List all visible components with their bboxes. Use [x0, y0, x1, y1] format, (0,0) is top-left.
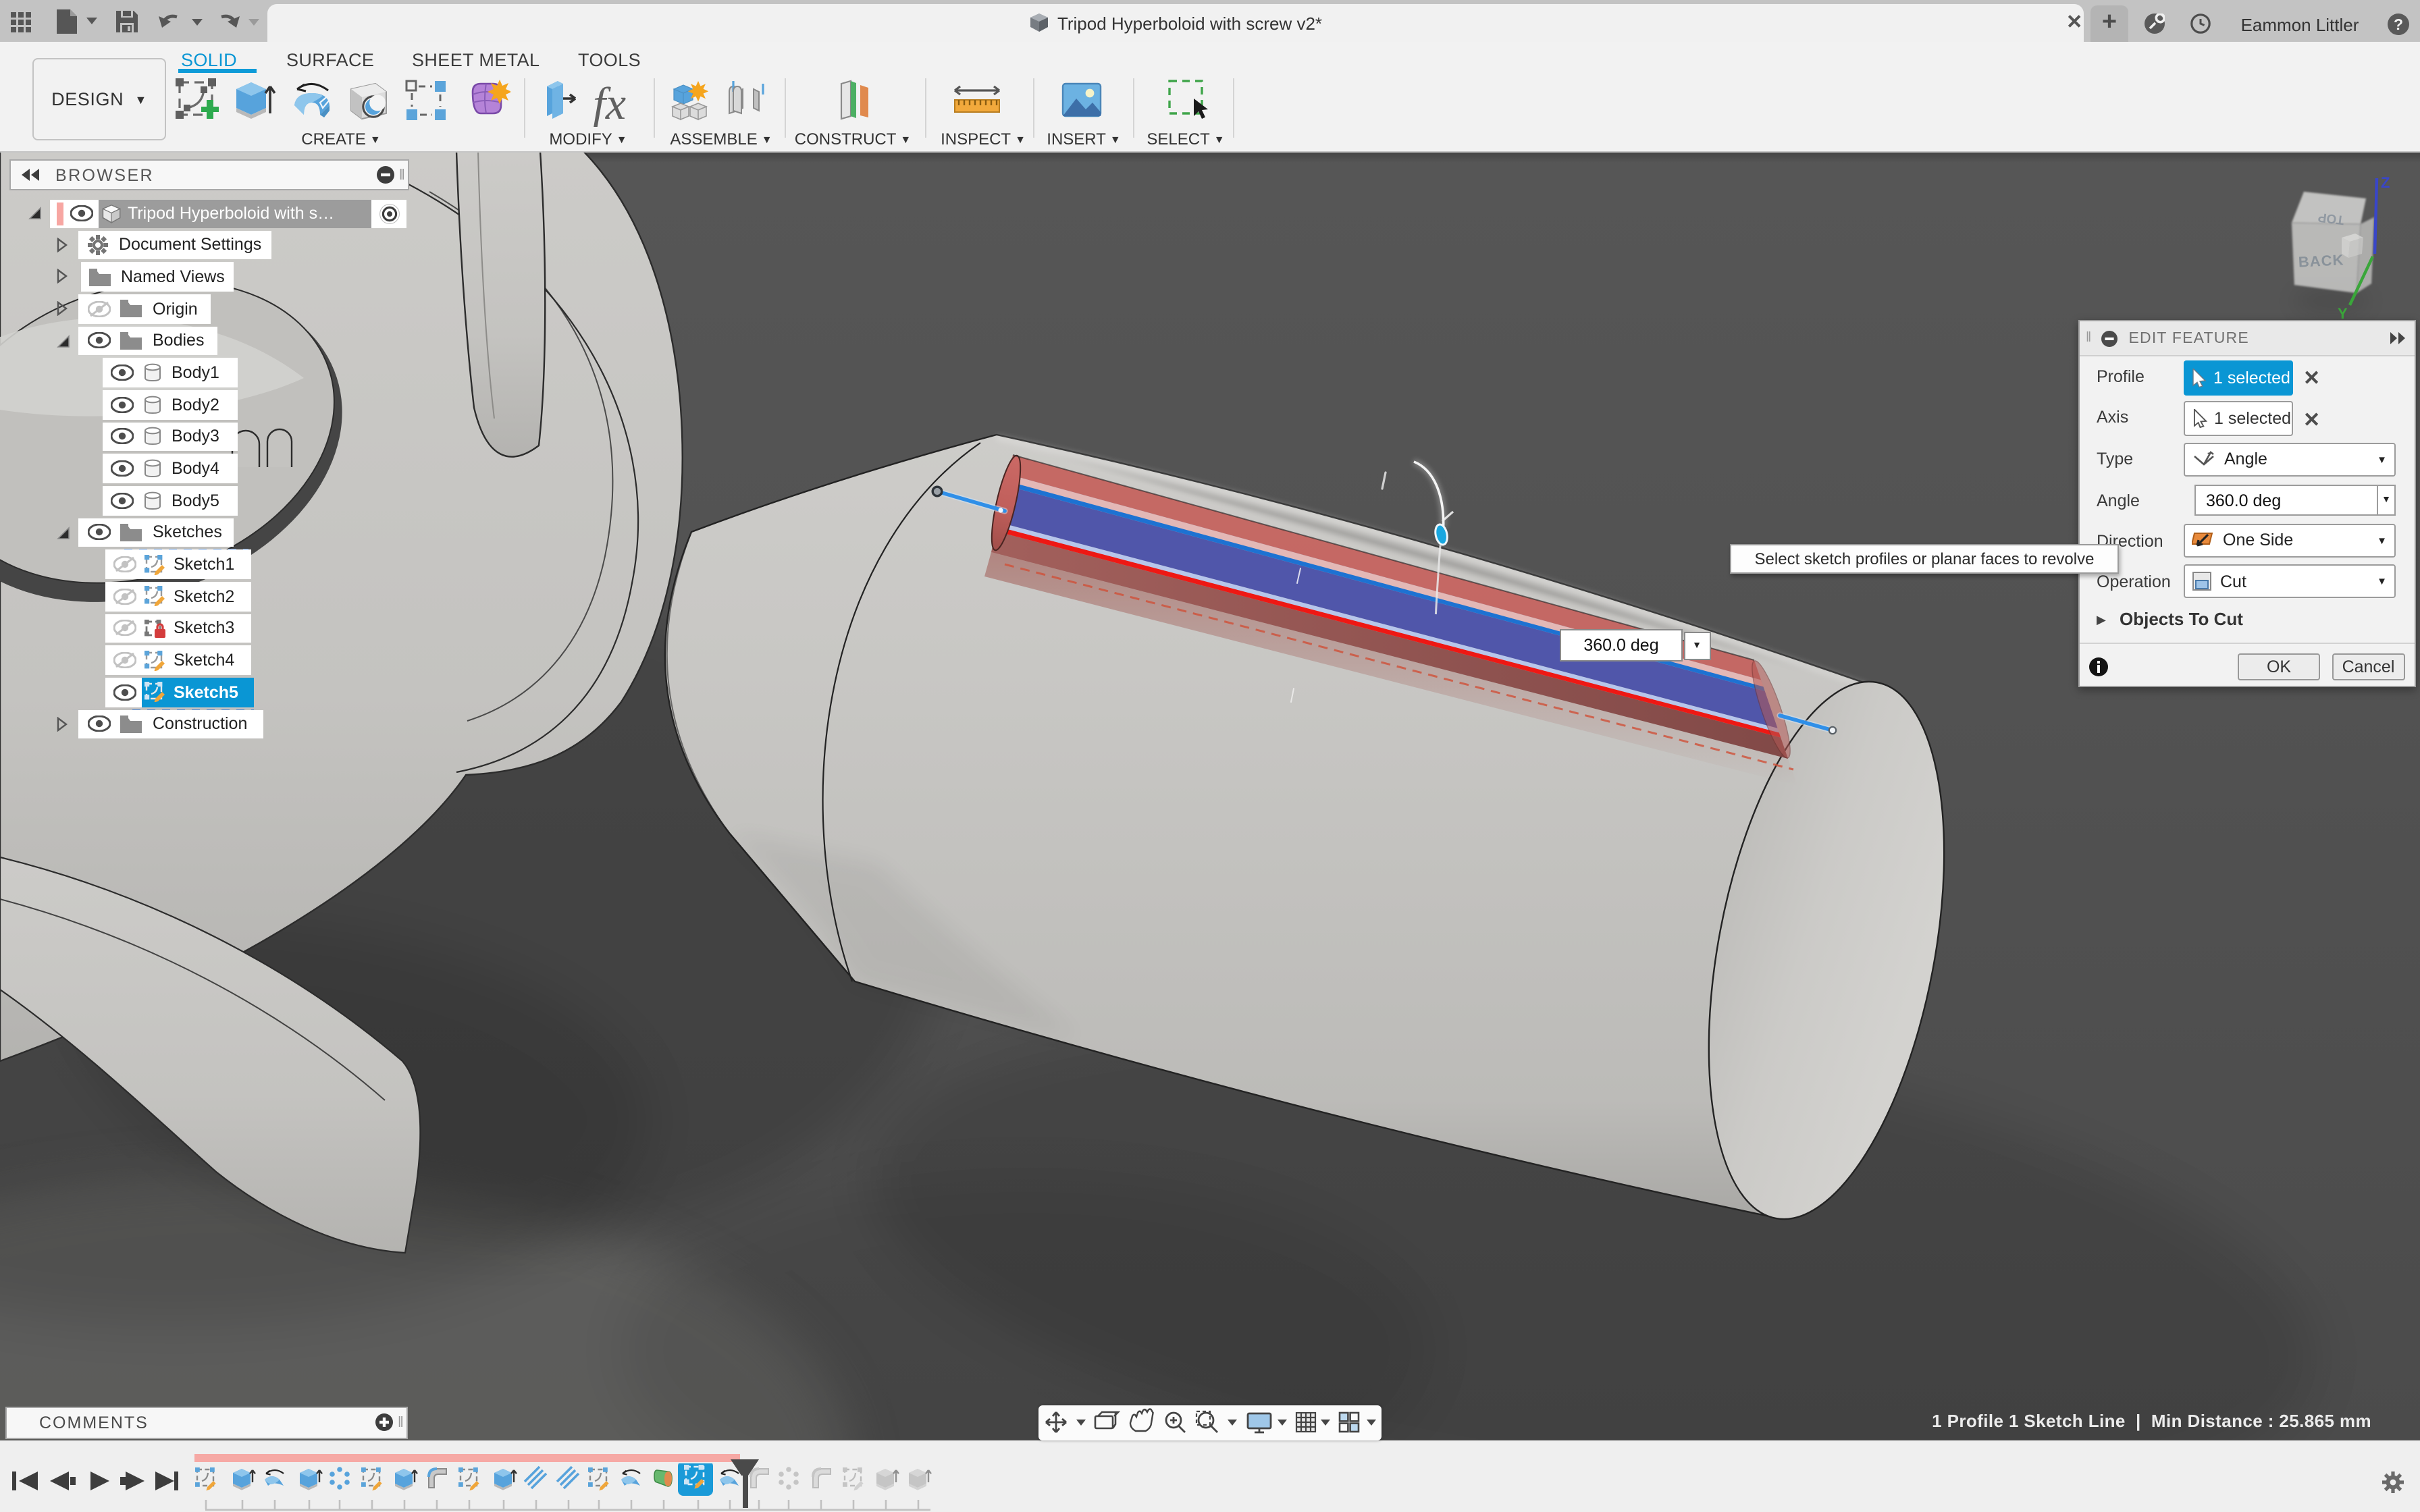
svg-text:Z: Z — [2381, 174, 2390, 191]
svg-text:fx: fx — [593, 78, 626, 127]
svg-text:BACK: BACK — [2298, 251, 2344, 271]
svg-text:?: ? — [2394, 15, 2403, 32]
